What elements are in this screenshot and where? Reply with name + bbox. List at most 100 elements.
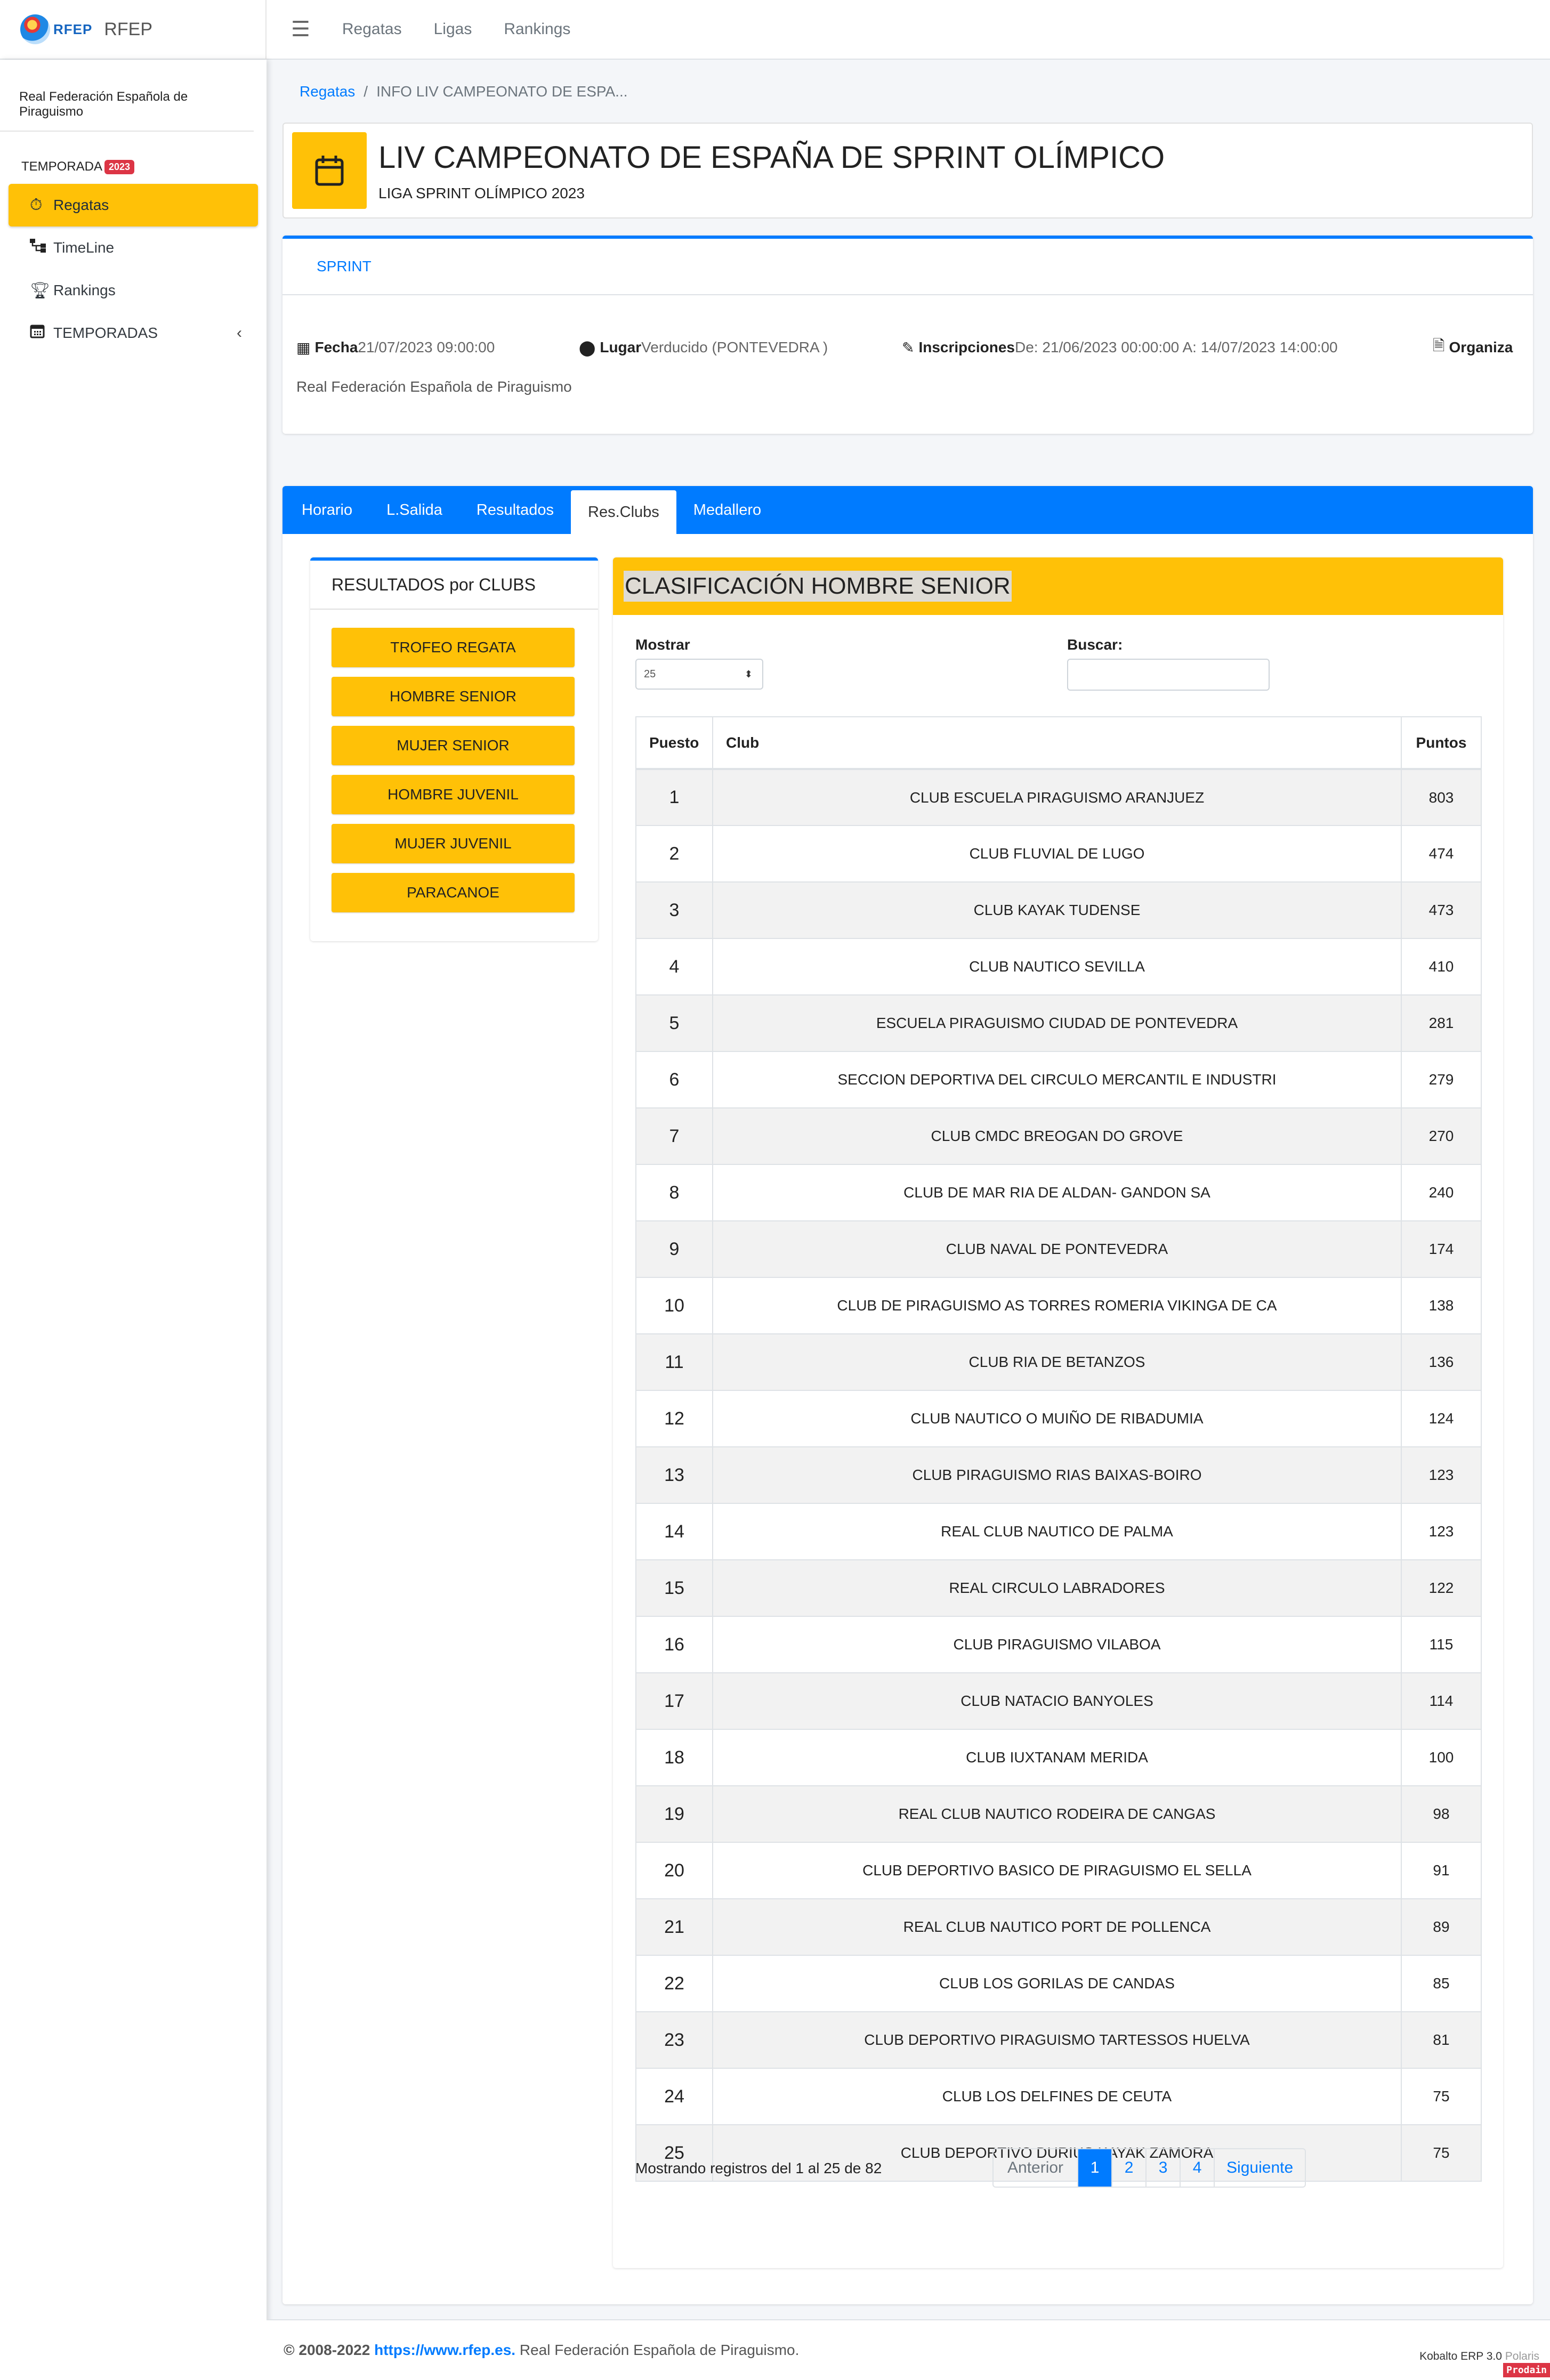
cell-puesto: 21 <box>635 1898 713 1956</box>
cell-club: CLUB RIA DE BETANZOS <box>712 1333 1402 1391</box>
main-content: Regatas / INFO LIV CAMPEONATO DE ESPA...… <box>267 60 1550 2304</box>
calendar-small-icon: ▦ <box>296 339 311 356</box>
paracanoe-button[interactable]: PARACANOE <box>332 873 575 912</box>
pagination-page-3[interactable]: 3 <box>1147 2149 1181 2187</box>
pagination-page-1[interactable]: 1 <box>1078 2149 1113 2187</box>
table-row: 14 REAL CLUB NAUTICO DE PALMA 123 <box>635 1503 1482 1560</box>
cell-puesto: 3 <box>635 881 713 939</box>
calendar-icon <box>292 132 367 209</box>
season-badge: 2023 <box>104 159 135 174</box>
cell-puntos: 85 <box>1401 1955 1482 2012</box>
footer-org: Real Federación Española de Piraguismo. <box>519 2342 800 2358</box>
lugar-label: Lugar <box>600 339 642 355</box>
cell-club: CLUB FLUVIAL DE LUGO <box>712 825 1402 883</box>
table-row: 1 CLUB ESCUELA PIRAGUISMO ARANJUEZ 803 <box>635 768 1482 826</box>
tab-lsalida[interactable]: L.Salida <box>369 486 459 534</box>
cell-puesto: 14 <box>635 1503 713 1560</box>
cell-puesto: 12 <box>635 1390 713 1447</box>
sidebar-item-label: TimeLine <box>53 239 115 256</box>
info-organiza: 🗎 Organiza <box>1433 335 1513 360</box>
top-navbar: RFEP RFEP ☰ Regatas Ligas Rankings <box>0 0 1550 60</box>
hamburger-menu-icon[interactable]: ☰ <box>291 17 310 42</box>
trofeo-regata-button[interactable]: TROFEO REGATA <box>332 628 575 667</box>
cell-puntos: 279 <box>1401 1051 1482 1108</box>
cell-puesto: 10 <box>635 1277 713 1334</box>
clubs-panel-title: RESULTADOS por CLUBS <box>310 561 598 610</box>
event-title-card: LIV CAMPEONATO DE ESPAÑA DE SPRINT OLÍMP… <box>282 123 1533 218</box>
tab-resultados[interactable]: Resultados <box>459 486 571 534</box>
mujer-senior-button[interactable]: MUJER SENIOR <box>332 726 575 765</box>
table-row: 22 CLUB LOS GORILAS DE CANDAS 85 <box>635 1955 1482 2012</box>
footer-link-rfep[interactable]: https://www.rfep.es. <box>374 2342 515 2358</box>
tab-horario[interactable]: Horario <box>285 486 369 534</box>
sidebar-item-temporadas[interactable]: TEMPORADAS ‹ <box>9 312 258 354</box>
cell-club: CLUB PIRAGUISMO VILABOA <box>712 1616 1402 1673</box>
pagination-page-4[interactable]: 4 <box>1181 2149 1215 2187</box>
tab-medallero[interactable]: Medallero <box>676 486 778 534</box>
hombre-senior-button[interactable]: HOMBRE SENIOR <box>332 677 575 716</box>
breadcrumb-separator: / <box>364 83 368 100</box>
cell-puntos: 410 <box>1401 938 1482 995</box>
sidebar-item-rankings[interactable]: 🏆︎ Rankings <box>9 269 258 312</box>
hombre-juvenil-button[interactable]: HOMBRE JUVENIL <box>332 775 575 814</box>
tab-res-clubs[interactable]: Res.Clubs <box>571 490 676 534</box>
cell-club: CLUB DEPORTIVO PIRAGUISMO TARTESSOS HUEL… <box>712 2011 1402 2069</box>
page-size-value: 25 <box>644 668 656 680</box>
info-inscripciones: ✎ Inscripciones De: 21/06/2023 00:00:00 … <box>902 339 1433 357</box>
breadcrumb-link-regatas[interactable]: Regatas <box>300 83 355 100</box>
table-row: 4 CLUB NAUTICO SEVILLA 410 <box>635 938 1482 995</box>
mujer-juvenil-button[interactable]: MUJER JUVENIL <box>332 824 575 863</box>
cell-puntos: 100 <box>1401 1729 1482 1786</box>
table-row: 17 CLUB NATACIO BANYOLES 114 <box>635 1672 1482 1730</box>
cell-club: CLUB PIRAGUISMO RIAS BAIXAS-BOIRO <box>712 1446 1402 1504</box>
table-row: 21 REAL CLUB NAUTICO PORT DE POLLENCA 89 <box>635 1898 1482 1956</box>
cell-puesto: 22 <box>635 1955 713 2012</box>
column-header-puesto[interactable]: Puesto <box>635 716 713 770</box>
cell-puntos: 123 <box>1401 1503 1482 1560</box>
column-header-puntos[interactable]: Puntos <box>1401 716 1482 770</box>
page-size-select[interactable]: 25 ⬍ <box>635 659 763 690</box>
cell-club: REAL CIRCULO LABRADORES <box>712 1559 1402 1617</box>
cell-puntos: 75 <box>1401 2124 1482 2182</box>
cell-club: CLUB DE MAR RIA DE ALDAN- GANDON SA <box>712 1164 1402 1221</box>
pagination-page-2[interactable]: 2 <box>1112 2149 1147 2187</box>
cell-puntos: 114 <box>1401 1672 1482 1730</box>
organiza-label: Organiza <box>1449 339 1513 355</box>
cell-club: CLUB IUXTANAM MERIDA <box>712 1729 1402 1786</box>
results-tabs-card: Horario L.Salida Resultados Res.Clubs Me… <box>282 486 1533 2304</box>
nav-link-rankings[interactable]: Rankings <box>504 20 570 38</box>
sort-arrows-icon: ⬍ <box>744 668 753 679</box>
sidebar-item-timeline[interactable]: TimeLine <box>9 226 258 269</box>
nav-link-regatas[interactable]: Regatas <box>342 20 402 38</box>
column-header-club[interactable]: Club <box>712 716 1402 770</box>
table-row: 3 CLUB KAYAK TUDENSE 473 <box>635 881 1482 939</box>
season-label: TEMPORADA 2023 <box>21 159 267 174</box>
breadcrumb: Regatas / INFO LIV CAMPEONATO DE ESPA... <box>267 60 1550 124</box>
pagination-next[interactable]: Siguiente <box>1215 2149 1305 2187</box>
cell-puntos: 124 <box>1401 1390 1482 1447</box>
cell-puntos: 89 <box>1401 1898 1482 1956</box>
cell-puesto: 16 <box>635 1616 713 1673</box>
table-row: 16 CLUB PIRAGUISMO VILABOA 115 <box>635 1616 1482 1673</box>
breadcrumb-current: INFO LIV CAMPEONATO DE ESPA... <box>376 83 628 100</box>
trophy-icon: 🏆︎ <box>30 281 51 299</box>
search-input[interactable] <box>1067 659 1270 691</box>
clubs-results-panel: RESULTADOS por CLUBS TROFEO REGATA HOMBR… <box>310 557 598 941</box>
table-row: 19 REAL CLUB NAUTICO RODEIRA DE CANGAS 98 <box>635 1785 1482 1843</box>
nav-link-ligas[interactable]: Ligas <box>434 20 472 38</box>
inscripciones-label: Inscripciones <box>918 339 1015 355</box>
cell-puesto: 8 <box>635 1164 713 1221</box>
table-row: 15 REAL CIRCULO LABRADORES 122 <box>635 1559 1482 1617</box>
table-row: 10 CLUB DE PIRAGUISMO AS TORRES ROMERIA V… <box>635 1277 1482 1334</box>
tab-sprint[interactable]: SPRINT <box>282 239 1533 295</box>
chevron-left-icon: ‹ <box>237 324 242 342</box>
brand-name: RFEP <box>104 19 153 39</box>
sidebar-item-label: TEMPORADAS <box>53 325 158 341</box>
calendar-icon <box>30 323 53 343</box>
brand[interactable]: RFEP RFEP <box>0 0 267 59</box>
sidebar-item-regatas[interactable]: ⏱ Regatas <box>9 184 258 226</box>
copyright: © 2008-2022 https://www.rfep.es. Real Fe… <box>284 2342 799 2359</box>
event-subtitle: LIGA SPRINT OLÍMPICO 2023 <box>378 184 585 201</box>
cell-puesto: 23 <box>635 2011 713 2069</box>
pagination-prev[interactable]: Anterior <box>994 2149 1079 2187</box>
